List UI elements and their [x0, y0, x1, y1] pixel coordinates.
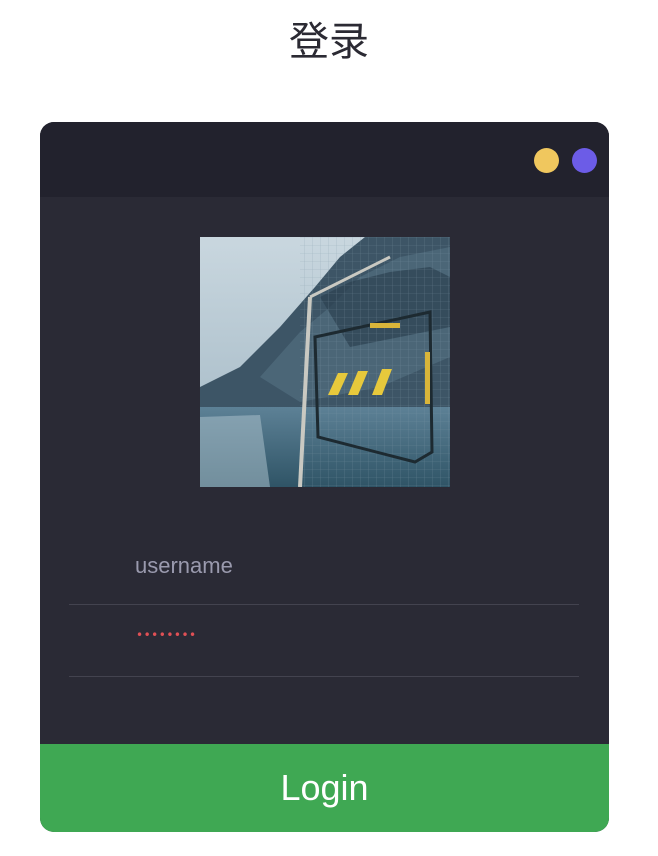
fence-landscape-image	[200, 237, 450, 487]
username-input[interactable]	[135, 548, 535, 584]
page-title: 登录	[289, 19, 369, 65]
password-input[interactable]: ••••••••	[136, 628, 197, 642]
login-card: •••••••• Login	[40, 122, 609, 832]
card-header	[40, 122, 609, 197]
yellow-dot-icon[interactable]	[534, 148, 559, 173]
login-image	[200, 237, 450, 487]
password-field: ••••••••	[69, 606, 579, 677]
username-field	[69, 534, 579, 605]
purple-dot-icon[interactable]	[572, 148, 597, 173]
login-button[interactable]: Login	[40, 744, 609, 832]
